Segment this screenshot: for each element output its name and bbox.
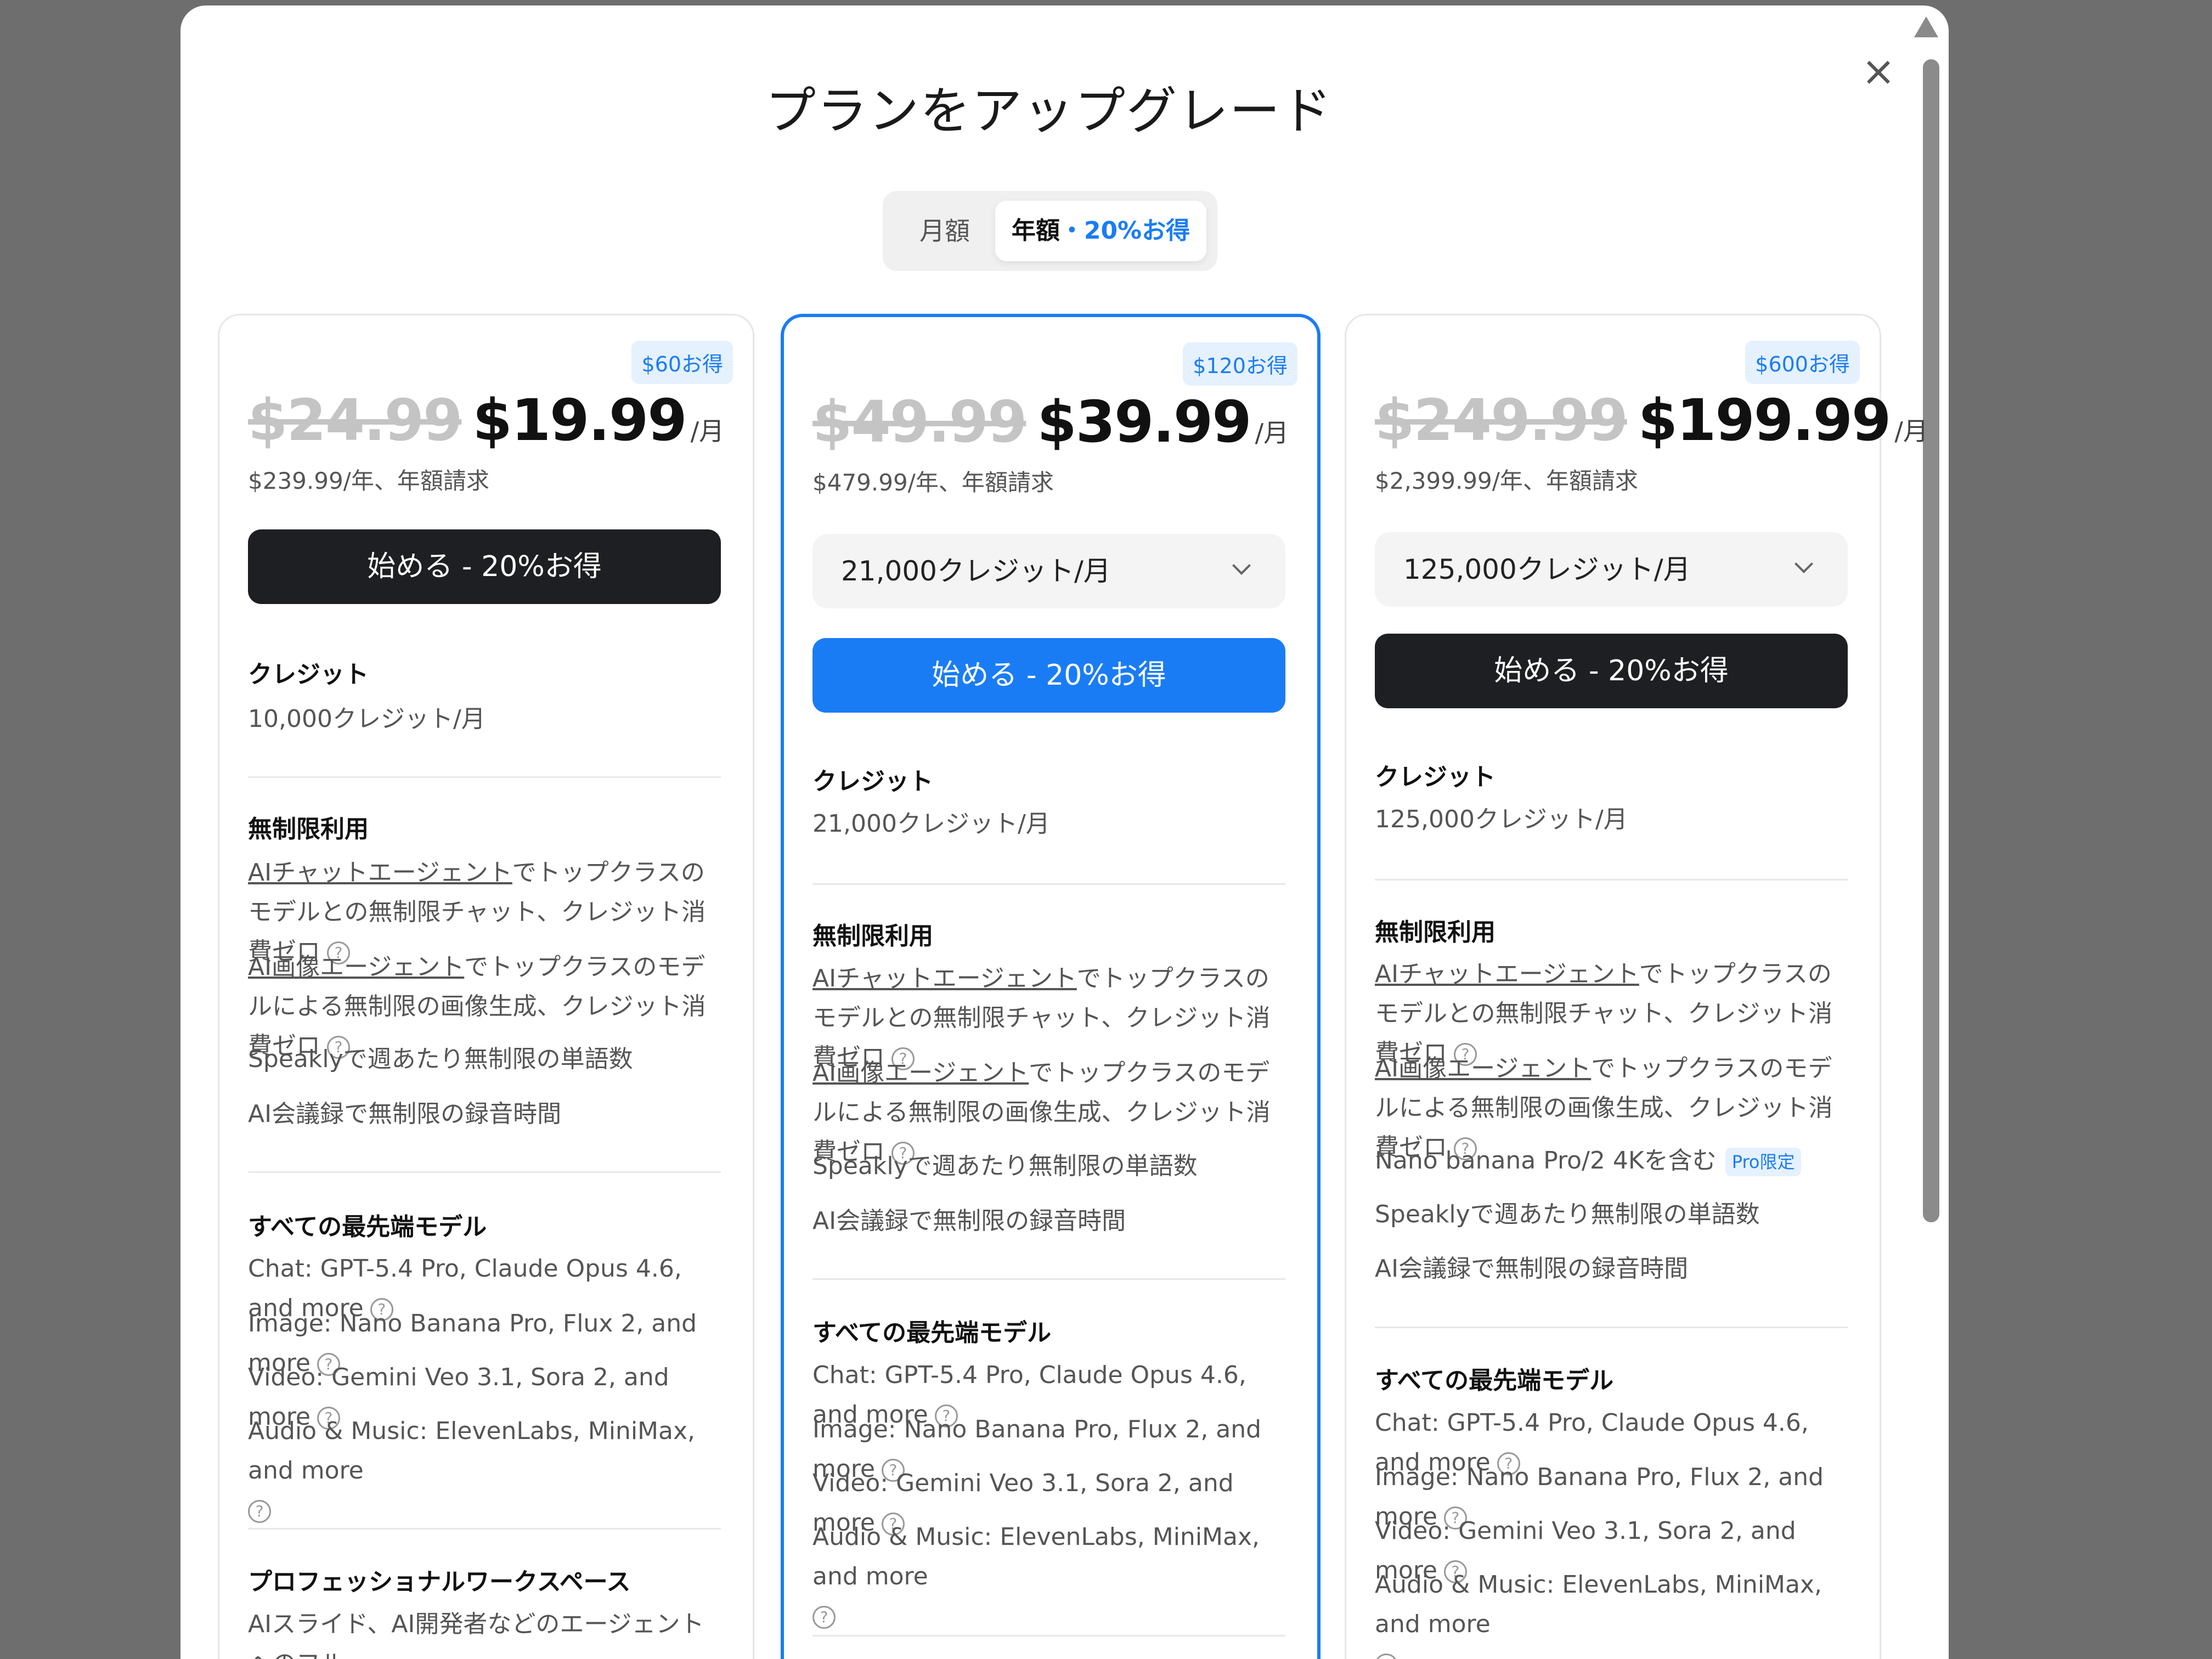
plan-card-basic: $60お得 $24.99 $19.99/月 $239.99/年、年額請求 始める … [218,314,754,1659]
price-row: $249.99 $199.99/月 [1375,387,1928,454]
toggle-yearly-option[interactable]: 年額・20%お得 [995,201,1206,261]
image-agent-link[interactable]: AI画像エージェント [248,953,464,981]
toggle-separator: ・ [1059,217,1084,245]
dropdown-value: 125,000クレジット/月 [1403,554,1691,585]
feature-meeting: AI会議録で無制限の録音時間 [248,1100,562,1128]
unlimited-title: 無制限利用 [1375,918,1496,946]
models-title: すべての最先端モデル [248,1213,487,1241]
feature-speakly: Speaklyで週あたり無制限の単語数 [812,1152,1198,1180]
chevron-down-icon [1232,556,1251,575]
divider [1375,879,1848,881]
start-button[interactable]: 始める - 20%お得 [1375,634,1848,708]
divider [812,1278,1285,1280]
toggle-monthly-option[interactable]: 月額 [893,201,997,261]
workspace-feature: AIスライド、AI開発者などのエージェントへのフル [248,1610,704,1659]
image-agent-link[interactable]: AI画像エージェント [1375,1054,1591,1082]
credits-value: 125,000クレジット/月 [1375,805,1628,833]
discounted-price: $39.99 [1037,388,1251,455]
billing-period-toggle: 月額 年額・20%お得 [883,191,1217,271]
help-icon[interactable]: ? [248,1500,271,1523]
pro-only-badge: Pro限定 [1725,1148,1802,1176]
divider [812,883,1285,885]
feature-meeting: AI会議録で無制限の録音時間 [812,1207,1126,1235]
dropdown-value: 21,000クレジット/月 [841,555,1111,587]
billing-info: $2,399.99/年、年額請求 [1375,467,1638,494]
start-button[interactable]: 始める - 20%お得 [812,638,1285,713]
unlimited-title: 無制限利用 [812,922,933,950]
feature-text: Nano banana Pro/2 4Kを含む [1375,1147,1717,1175]
price-period: /月 [1255,418,1289,448]
model-audio-text: Audio & Music: ElevenLabs, MiniMax, and … [1375,1571,1822,1638]
workspace-title: プロフェッショナルワークスペース [248,1568,631,1596]
billing-info: $479.99/年、年額請求 [812,469,1054,496]
modal-title: プランをアップグレード [765,82,1333,140]
feature-speakly: Speaklyで週あたり無制限の単語数 [248,1045,633,1073]
unlimited-title: 無制限利用 [248,815,369,843]
price-period: /月 [1894,416,1928,446]
original-price: $24.99 [248,387,462,454]
toggle-yearly-label: 年額 [1011,217,1060,245]
original-price: $249.99 [1375,387,1628,454]
scrollbar-thumb[interactable] [1923,59,1939,1222]
scroll-up-arrow-icon[interactable] [1914,16,1938,37]
savings-badge: $60お得 [631,341,733,384]
billing-info: $239.99/年、年額請求 [248,467,489,494]
chat-agent-link[interactable]: AIチャットエージェント [812,964,1077,992]
divider [812,1635,1285,1637]
plan-card-plus: $120お得 $49.99 $39.99/月 $479.99/年、年額請求 21,… [781,314,1321,1659]
model-audio-text: Audio & Music: ElevenLabs, MiniMax, and … [812,1523,1260,1590]
help-icon[interactable]: ? [812,1606,836,1629]
chat-agent-link[interactable]: AIチャットエージェント [1375,960,1639,988]
model-audio: Audio & Music: ElevenLabs, MiniMax, and … [248,1412,721,1530]
feature-speakly: Speaklyで週あたり無制限の単語数 [1375,1200,1760,1228]
upgrade-plan-modal: × プランをアップグレード 月額 年額・20%お得 $60お得 $24.99 $1… [180,5,1949,1659]
credits-title: クレジット [248,661,369,689]
savings-badge: $120お得 [1183,342,1297,386]
help-icon[interactable]: ? [1375,1654,1398,1659]
toggle-discount: 20%お得 [1084,217,1190,245]
models-title: すべての最先端モデル [812,1319,1052,1347]
discounted-price: $199.99 [1638,387,1892,454]
price-row: $24.99 $19.99/月 [248,387,724,454]
plan-card-pro: $600お得 $249.99 $199.99/月 $2,399.99/年、年額請求… [1345,314,1928,1659]
chevron-down-icon [1795,555,1813,573]
price-row: $49.99 $39.99/月 [812,388,1289,455]
savings-badge: $600お得 [1745,341,1860,384]
model-audio: Audio & Music: ElevenLabs, MiniMax, and … [812,1517,1285,1636]
credits-value: 10,000クレジット/月 [248,705,486,733]
credits-title: クレジット [1375,763,1496,791]
divider [248,776,721,778]
credits-title: クレジット [812,768,933,795]
image-agent-link[interactable]: AI画像エージェント [812,1059,1029,1087]
discounted-price: $19.99 [472,387,687,454]
credits-value: 21,000クレジット/月 [812,810,1050,838]
feature-meeting: AI会議録で無制限の録音時間 [1375,1255,1689,1283]
model-audio-text: Audio & Music: ElevenLabs, MiniMax, and … [248,1417,695,1485]
original-price: $49.99 [812,388,1027,455]
divider [1375,1327,1848,1328]
feature-nano-banana: Nano banana Pro/2 4Kを含む Pro限定 [1375,1141,1848,1181]
model-audio: Audio & Music: ElevenLabs, MiniMax, and … [1375,1565,1848,1659]
start-button[interactable]: 始める - 20%お得 [248,529,721,604]
price-period: /月 [690,416,725,446]
credits-dropdown[interactable]: 21,000クレジット/月 [812,534,1285,608]
chat-agent-link[interactable]: AIチャットエージェント [248,859,512,887]
models-title: すべての最先端モデル [1375,1367,1614,1395]
divider [248,1528,721,1530]
credits-dropdown[interactable]: 125,000クレジット/月 [1375,532,1848,607]
divider [248,1171,721,1173]
